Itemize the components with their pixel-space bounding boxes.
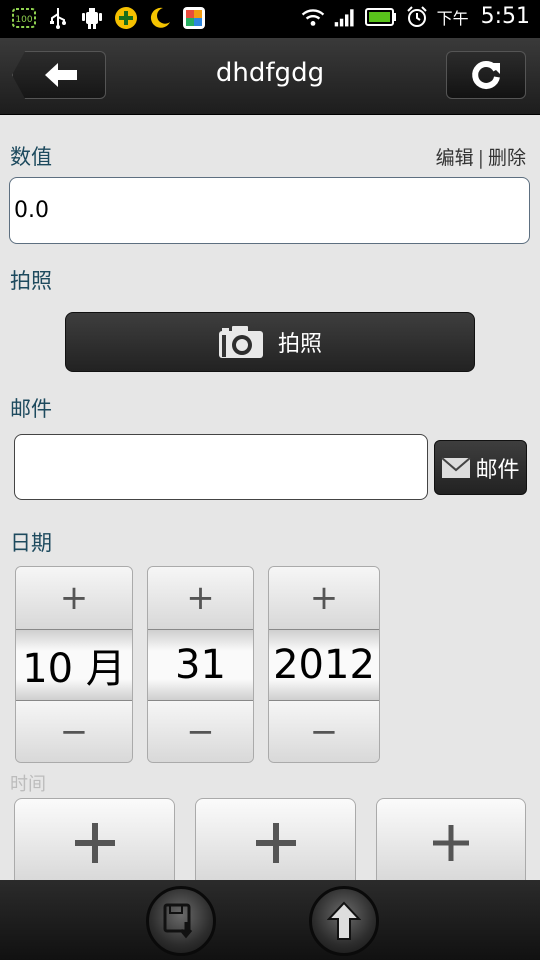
hour-increment-button[interactable] bbox=[14, 798, 175, 888]
year-picker: + 2012 − bbox=[268, 566, 380, 763]
signal-icon bbox=[333, 5, 357, 29]
envelope-icon bbox=[441, 456, 472, 478]
plus-icon bbox=[433, 825, 469, 861]
day-value[interactable]: 31 bbox=[148, 629, 253, 701]
photo-label: 拍照 bbox=[10, 269, 52, 293]
refresh-icon bbox=[472, 61, 500, 89]
refresh-button[interactable] bbox=[446, 51, 526, 99]
save-button[interactable] bbox=[146, 886, 216, 956]
title-bar: dhdfgdg bbox=[0, 38, 540, 115]
take-photo-button[interactable]: 拍照 bbox=[65, 312, 475, 372]
minute-increment-button[interactable] bbox=[195, 798, 356, 888]
mail-input[interactable] bbox=[14, 434, 428, 500]
edit-link[interactable]: 编辑 bbox=[436, 147, 474, 169]
upload-button[interactable] bbox=[309, 886, 379, 956]
status-time: 5:51 bbox=[480, 4, 530, 29]
plus-icon bbox=[74, 823, 115, 863]
svg-text:100: 100 bbox=[15, 15, 32, 25]
status-bar: 100 下午 5:51 bbox=[0, 0, 540, 38]
numeric-actions: 编辑 | 删除 bbox=[436, 143, 526, 170]
status-bar-left: 100 bbox=[12, 6, 206, 30]
send-mail-label: 邮件 bbox=[475, 457, 520, 483]
camera-icon bbox=[218, 326, 263, 358]
year-decrement-button[interactable]: − bbox=[269, 701, 379, 762]
usb-icon bbox=[46, 6, 70, 30]
send-mail-button[interactable]: 邮件 bbox=[434, 440, 527, 495]
day-increment-button[interactable]: + bbox=[148, 567, 253, 629]
status-bar-right: 下午 5:51 bbox=[301, 4, 530, 29]
month-picker: + 10 月 − bbox=[15, 566, 133, 763]
day-decrement-button[interactable]: − bbox=[148, 701, 253, 762]
date-label: 日期 bbox=[10, 531, 52, 555]
moon-icon bbox=[148, 6, 172, 30]
ampm-increment-button[interactable] bbox=[376, 798, 526, 888]
year-value[interactable]: 2012 bbox=[269, 629, 379, 701]
month-value[interactable]: 10 月 bbox=[16, 629, 132, 701]
action-separator: | bbox=[477, 147, 484, 169]
status-ampm: 下午 bbox=[436, 8, 469, 28]
alarm-icon bbox=[405, 5, 429, 29]
battery-icon bbox=[364, 5, 397, 29]
numeric-label: 数值 bbox=[10, 145, 52, 169]
app-icon bbox=[182, 6, 206, 30]
plus-icon bbox=[255, 823, 296, 863]
year-increment-button[interactable]: + bbox=[269, 567, 379, 629]
month-increment-button[interactable]: + bbox=[16, 567, 132, 629]
android-debug-icon bbox=[80, 6, 104, 30]
time-label: 时间 bbox=[10, 774, 46, 795]
add-circle-icon bbox=[114, 6, 138, 30]
numeric-input[interactable]: 0.0 bbox=[9, 177, 530, 244]
save-icon bbox=[163, 903, 193, 939]
wifi-icon bbox=[301, 5, 325, 29]
take-photo-label: 拍照 bbox=[277, 332, 322, 357]
battery-100-icon: 100 bbox=[12, 6, 36, 30]
month-decrement-button[interactable]: − bbox=[16, 701, 132, 762]
bottom-action-bar bbox=[0, 880, 540, 960]
arrow-up-icon bbox=[327, 901, 361, 940]
delete-link[interactable]: 删除 bbox=[488, 147, 526, 169]
day-picker: + 31 − bbox=[147, 566, 254, 763]
mail-label: 邮件 bbox=[10, 397, 52, 421]
